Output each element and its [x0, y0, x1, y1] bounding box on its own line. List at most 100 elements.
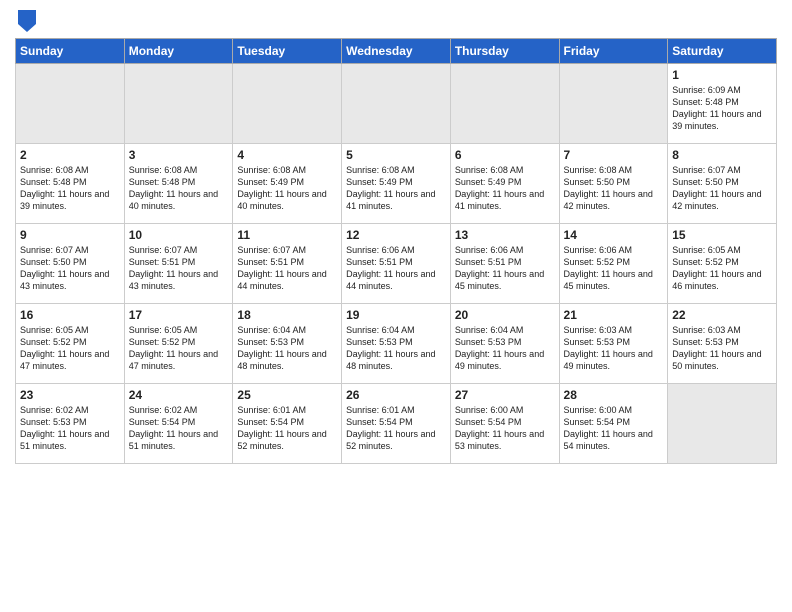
day-info: Sunrise: 6:08 AM Sunset: 5:49 PM Dayligh…: [455, 164, 555, 213]
calendar-cell: 18 Sunrise: 6:04 AM Sunset: 5:53 PM Dayli…: [233, 304, 342, 384]
calendar-cell: 25 Sunrise: 6:01 AM Sunset: 5:54 PM Dayli…: [233, 384, 342, 464]
calendar-cell: 5Sunrise: 6:08 AM Sunset: 5:49 PM Daylig…: [342, 144, 451, 224]
day-number: 16: [20, 308, 120, 322]
day-number: 12: [346, 228, 446, 242]
day-info: Sunrise: 6:08 AM Sunset: 5:50 PM Dayligh…: [564, 164, 664, 213]
day-number: 23: [20, 388, 120, 402]
day-info: Sunrise: 6:06 AM Sunset: 5:52 PM Dayligh…: [564, 244, 664, 293]
calendar-week-2: 9 Sunrise: 6:07 AM Sunset: 5:50 PM Daylig…: [16, 224, 777, 304]
calendar-cell: [342, 64, 451, 144]
calendar-header-wednesday: Wednesday: [342, 39, 451, 64]
calendar-cell: 19 Sunrise: 6:04 AM Sunset: 5:53 PM Dayli…: [342, 304, 451, 384]
calendar-cell: 21 Sunrise: 6:03 AM Sunset: 5:53 PM Dayli…: [559, 304, 668, 384]
calendar-cell: 13 Sunrise: 6:06 AM Sunset: 5:51 PM Dayli…: [450, 224, 559, 304]
calendar-cell: 2 Sunrise: 6:08 AM Sunset: 5:48 PM Daylig…: [16, 144, 125, 224]
calendar-week-1: 2 Sunrise: 6:08 AM Sunset: 5:48 PM Daylig…: [16, 144, 777, 224]
calendar-header-saturday: Saturday: [668, 39, 777, 64]
calendar-header-tuesday: Tuesday: [233, 39, 342, 64]
calendar-cell: 20 Sunrise: 6:04 AM Sunset: 5:53 PM Dayli…: [450, 304, 559, 384]
day-info: Sunrise: 6:01 AM Sunset: 5:54 PM Dayligh…: [237, 404, 337, 453]
logo: [15, 10, 36, 32]
day-info: Sunrise: 6:02 AM Sunset: 5:53 PM Dayligh…: [20, 404, 120, 453]
day-number: 9: [20, 228, 120, 242]
calendar-cell: 1Sunrise: 6:09 AM Sunset: 5:48 PM Daylig…: [668, 64, 777, 144]
day-info: Sunrise: 6:08 AM Sunset: 5:49 PM Dayligh…: [346, 164, 446, 213]
calendar-cell: 15 Sunrise: 6:05 AM Sunset: 5:52 PM Dayli…: [668, 224, 777, 304]
calendar-header-row: SundayMondayTuesdayWednesdayThursdayFrid…: [16, 39, 777, 64]
calendar-header-thursday: Thursday: [450, 39, 559, 64]
day-number: 2: [20, 148, 120, 162]
day-number: 28: [564, 388, 664, 402]
day-number: 10: [129, 228, 229, 242]
calendar-cell: 11Sunrise: 6:07 AM Sunset: 5:51 PM Dayli…: [233, 224, 342, 304]
day-number: 27: [455, 388, 555, 402]
calendar-cell: 12 Sunrise: 6:06 AM Sunset: 5:51 PM Dayli…: [342, 224, 451, 304]
day-number: 24: [129, 388, 229, 402]
calendar: SundayMondayTuesdayWednesdayThursdayFrid…: [15, 38, 777, 464]
day-info: Sunrise: 6:03 AM Sunset: 5:53 PM Dayligh…: [564, 324, 664, 373]
calendar-cell: 16Sunrise: 6:05 AM Sunset: 5:52 PM Dayli…: [16, 304, 125, 384]
day-info: Sunrise: 6:02 AM Sunset: 5:54 PM Dayligh…: [129, 404, 229, 453]
day-info: Sunrise: 6:03 AM Sunset: 5:53 PM Dayligh…: [672, 324, 772, 373]
calendar-header-monday: Monday: [124, 39, 233, 64]
day-number: 4: [237, 148, 337, 162]
calendar-cell: [559, 64, 668, 144]
day-number: 19: [346, 308, 446, 322]
calendar-cell: 26 Sunrise: 6:01 AM Sunset: 5:54 PM Dayli…: [342, 384, 451, 464]
day-info: Sunrise: 6:09 AM Sunset: 5:48 PM Dayligh…: [672, 84, 772, 133]
day-number: 21: [564, 308, 664, 322]
day-number: 3: [129, 148, 229, 162]
calendar-cell: 23 Sunrise: 6:02 AM Sunset: 5:53 PM Dayli…: [16, 384, 125, 464]
day-info: Sunrise: 6:07 AM Sunset: 5:50 PM Dayligh…: [672, 164, 772, 213]
calendar-week-0: 1Sunrise: 6:09 AM Sunset: 5:48 PM Daylig…: [16, 64, 777, 144]
logo-icon: [18, 10, 36, 32]
day-info: Sunrise: 6:08 AM Sunset: 5:49 PM Dayligh…: [237, 164, 337, 213]
calendar-cell: 24 Sunrise: 6:02 AM Sunset: 5:54 PM Dayli…: [124, 384, 233, 464]
day-number: 20: [455, 308, 555, 322]
day-info: Sunrise: 6:05 AM Sunset: 5:52 PM Dayligh…: [672, 244, 772, 293]
calendar-week-4: 23 Sunrise: 6:02 AM Sunset: 5:53 PM Dayli…: [16, 384, 777, 464]
calendar-cell: 4 Sunrise: 6:08 AM Sunset: 5:49 PM Daylig…: [233, 144, 342, 224]
day-number: 18: [237, 308, 337, 322]
day-info: Sunrise: 6:04 AM Sunset: 5:53 PM Dayligh…: [455, 324, 555, 373]
day-info: Sunrise: 6:06 AM Sunset: 5:51 PM Dayligh…: [346, 244, 446, 293]
day-info: Sunrise: 6:01 AM Sunset: 5:54 PM Dayligh…: [346, 404, 446, 453]
day-number: 7: [564, 148, 664, 162]
calendar-cell: 6Sunrise: 6:08 AM Sunset: 5:49 PM Daylig…: [450, 144, 559, 224]
day-info: Sunrise: 6:07 AM Sunset: 5:51 PM Dayligh…: [237, 244, 337, 293]
day-number: 25: [237, 388, 337, 402]
day-info: Sunrise: 6:07 AM Sunset: 5:51 PM Dayligh…: [129, 244, 229, 293]
calendar-cell: [233, 64, 342, 144]
page: SundayMondayTuesdayWednesdayThursdayFrid…: [0, 0, 792, 612]
day-number: 26: [346, 388, 446, 402]
day-info: Sunrise: 6:07 AM Sunset: 5:50 PM Dayligh…: [20, 244, 120, 293]
calendar-cell: [450, 64, 559, 144]
calendar-cell: 28 Sunrise: 6:00 AM Sunset: 5:54 PM Dayli…: [559, 384, 668, 464]
calendar-header-friday: Friday: [559, 39, 668, 64]
calendar-cell: 7 Sunrise: 6:08 AM Sunset: 5:50 PM Daylig…: [559, 144, 668, 224]
calendar-cell: 27Sunrise: 6:00 AM Sunset: 5:54 PM Dayli…: [450, 384, 559, 464]
calendar-week-3: 16 Sunrise: 6:05 AM Sunset: 5:52 PM Dayli…: [16, 304, 777, 384]
day-info: Sunrise: 6:08 AM Sunset: 5:48 PM Dayligh…: [129, 164, 229, 213]
calendar-cell: 14 Sunrise: 6:06 AM Sunset: 5:52 PM Dayli…: [559, 224, 668, 304]
calendar-cell: [668, 384, 777, 464]
day-info: Sunrise: 6:05 AM Sunset: 5:52 PM Dayligh…: [129, 324, 229, 373]
day-number: 8: [672, 148, 772, 162]
day-number: 13: [455, 228, 555, 242]
day-info: Sunrise: 6:00 AM Sunset: 5:54 PM Dayligh…: [564, 404, 664, 453]
calendar-cell: 10 Sunrise: 6:07 AM Sunset: 5:51 PM Dayli…: [124, 224, 233, 304]
day-info: Sunrise: 6:04 AM Sunset: 5:53 PM Dayligh…: [346, 324, 446, 373]
calendar-cell: 8 Sunrise: 6:07 AM Sunset: 5:50 PM Daylig…: [668, 144, 777, 224]
day-info: Sunrise: 6:06 AM Sunset: 5:51 PM Dayligh…: [455, 244, 555, 293]
header: [15, 10, 777, 32]
calendar-cell: [124, 64, 233, 144]
day-info: Sunrise: 6:08 AM Sunset: 5:48 PM Dayligh…: [20, 164, 120, 213]
day-number: 15: [672, 228, 772, 242]
day-info: Sunrise: 6:04 AM Sunset: 5:53 PM Dayligh…: [237, 324, 337, 373]
calendar-cell: [16, 64, 125, 144]
calendar-cell: 9 Sunrise: 6:07 AM Sunset: 5:50 PM Daylig…: [16, 224, 125, 304]
calendar-cell: 3 Sunrise: 6:08 AM Sunset: 5:48 PM Daylig…: [124, 144, 233, 224]
day-number: 14: [564, 228, 664, 242]
calendar-cell: 17 Sunrise: 6:05 AM Sunset: 5:52 PM Dayli…: [124, 304, 233, 384]
day-number: 17: [129, 308, 229, 322]
